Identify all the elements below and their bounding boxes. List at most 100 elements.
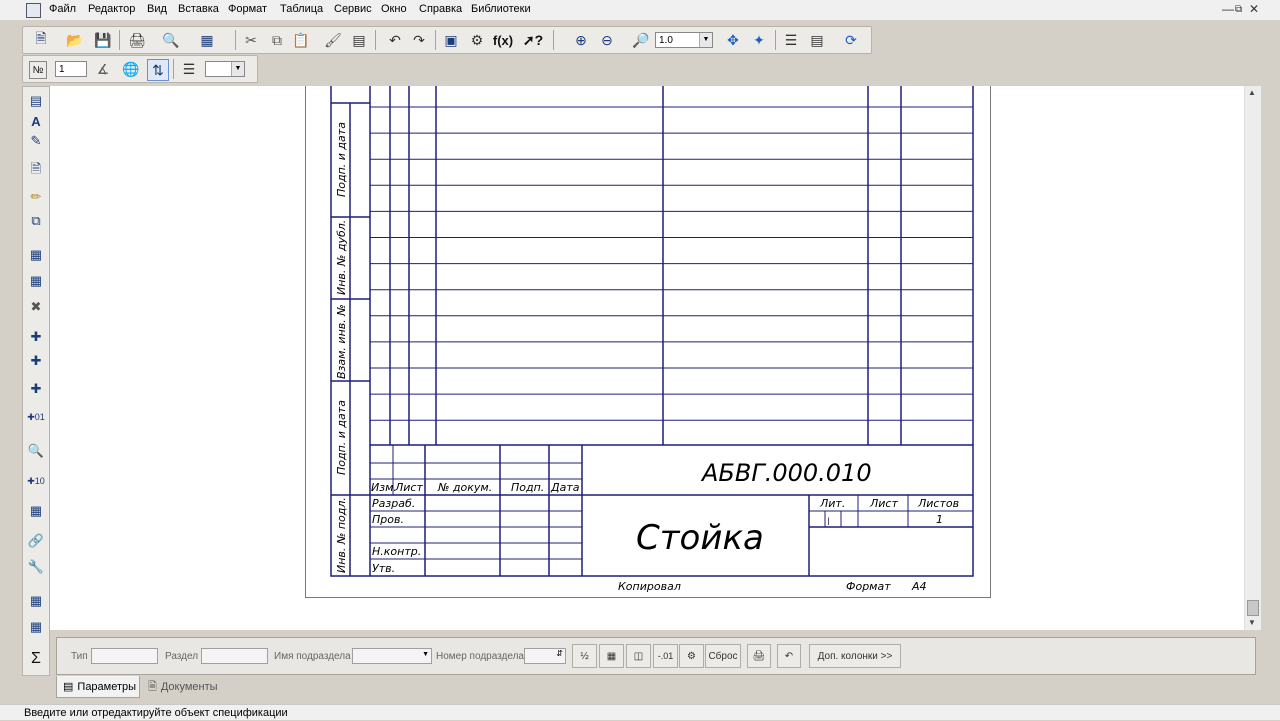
spinner-icon[interactable]: ⇵ (556, 649, 563, 658)
add-base-object-icon[interactable]: ✚ (25, 351, 47, 371)
scroll-up-icon[interactable]: ▲ (1248, 88, 1256, 97)
list-view-icon[interactable]: ☰ (781, 30, 801, 50)
text-cursor-icon: I (827, 516, 830, 528)
separator (435, 30, 436, 50)
document-canvas[interactable]: Подп. и дата Инв. № дубл. Взам. инв. № П… (50, 86, 1244, 630)
app-icon[interactable] (26, 3, 41, 18)
menu-table[interactable]: Таблица (280, 3, 323, 15)
add-object-icon[interactable]: ✚ (25, 379, 47, 399)
globe-icon[interactable]: 🌐 (121, 59, 141, 79)
print-icon[interactable]: 🖨 (127, 30, 147, 50)
text-edit-icon[interactable]: ✎ (25, 131, 47, 151)
close-icon[interactable]: ✕ (1249, 2, 1259, 16)
menu-help[interactable]: Справка (419, 3, 462, 15)
status-bar: Введите или отредактируйте объект специф… (0, 704, 1280, 720)
document-icon[interactable]: 🗎 (25, 161, 47, 181)
tab-parameters[interactable]: ▤ Параметры (56, 676, 140, 698)
table-settings-button[interactable]: ⚙ (679, 644, 704, 668)
manager-icon[interactable]: ▣ (441, 30, 461, 50)
menu-window[interactable]: Окно (381, 3, 407, 15)
insert-row-icon[interactable]: ▦ (25, 245, 47, 265)
vertical-scrollbar[interactable]: ▲ ▼ (1244, 86, 1261, 630)
page-view-icon[interactable]: ▤ (807, 30, 827, 50)
table-settings-icon[interactable]: ▦ (25, 617, 47, 637)
format-painter-icon[interactable]: 🖌 (323, 30, 343, 50)
numbering-icon[interactable]: ✚01 (25, 407, 47, 427)
section-input[interactable] (201, 648, 268, 664)
refresh-icon[interactable]: ⟳ (841, 30, 861, 50)
link-icon[interactable]: 🔗 (25, 531, 47, 551)
search-table-icon[interactable]: 🔍 (25, 441, 47, 461)
column-button[interactable]: ◫ (626, 644, 651, 668)
grid-button[interactable]: ▦ (599, 644, 624, 668)
tools-icon[interactable]: 🔧 (25, 557, 47, 577)
header-sheet: Лист (394, 481, 423, 494)
help-pointer-icon[interactable]: ➚? (523, 30, 543, 50)
copy-object-icon[interactable]: ⧉ (25, 211, 47, 231)
minimize-icon[interactable]: — (1222, 2, 1234, 16)
subsection-name-select[interactable]: ▼ (352, 648, 432, 664)
new-document-icon[interactable]: 🗎 (31, 30, 51, 50)
cut-icon[interactable]: ✂ (241, 30, 261, 50)
extra-columns-button[interactable]: Доп. колонки >> (809, 644, 901, 668)
position-input[interactable]: 1 (55, 61, 87, 77)
sort-icon[interactable]: ⇅ (147, 59, 169, 81)
part-name[interactable]: Стойка (636, 518, 764, 558)
pan-icon[interactable]: ✥ (723, 30, 743, 50)
subsection-number-input[interactable]: ⇵ (524, 648, 566, 664)
separator (375, 30, 376, 50)
menu-service[interactable]: Сервис (334, 3, 372, 15)
scroll-down-icon[interactable]: ▼ (1248, 618, 1256, 627)
undo-icon[interactable]: ↶ (385, 30, 405, 50)
delete-object-icon[interactable]: ✖ (25, 297, 47, 317)
menu-file[interactable]: Файл (49, 3, 76, 15)
text-icon[interactable]: A (25, 111, 47, 131)
document-list-icon[interactable]: ▤ (349, 30, 369, 50)
restore-icon[interactable]: ⧉ (1235, 4, 1242, 15)
zoom-scale-icon[interactable]: 🔎 (631, 30, 651, 50)
table-icon[interactable]: ▦ (25, 271, 47, 291)
fraction-button[interactable]: ½ (572, 644, 597, 668)
paste-icon[interactable]: 📋 (291, 30, 311, 50)
line-style-icon[interactable]: ☰ (179, 59, 199, 79)
redo-icon[interactable]: ↷ (409, 30, 429, 50)
decimal-button[interactable]: -.01 (653, 644, 678, 668)
tab-documents[interactable]: 🗎 Документы (142, 676, 228, 698)
menu-view[interactable]: Вид (147, 3, 167, 15)
separator (553, 30, 554, 50)
menu-insert[interactable]: Вставка (178, 3, 219, 15)
zoom-select[interactable]: 1.0 ▼ (655, 32, 713, 48)
scroll-thumb[interactable] (1247, 600, 1259, 616)
variables-icon[interactable]: ⚙ (467, 30, 487, 50)
edit-object-icon[interactable]: ✏ (25, 187, 47, 207)
properties-icon[interactable]: ▦ (197, 30, 217, 50)
print-preview-icon[interactable]: 🔍 (161, 30, 181, 50)
fx-button[interactable]: f(x) (493, 30, 513, 50)
undo-layout-button[interactable]: ↶ (777, 644, 801, 668)
add-10-icon[interactable]: ✚10 (25, 471, 47, 491)
show-all-icon[interactable]: ✦ (749, 30, 769, 50)
zoom-out-icon[interactable]: ⊖ (597, 30, 617, 50)
menu-libraries[interactable]: Библиотеки (471, 3, 531, 15)
open-folder-icon[interactable]: 📂 (65, 30, 85, 50)
menu-format[interactable]: Формат (228, 3, 267, 15)
side-label-replace-inv: Взам. инв. № (335, 304, 348, 379)
grid-icon[interactable]: ▦ (25, 591, 47, 611)
reset-button[interactable]: Сброс (705, 644, 741, 668)
parameters-icon: ▤ (63, 681, 74, 693)
standard-toolbar: 🗎 📂 💾 🖨 🔍 ▦ ✂ ⧉ 📋 🖌 ▤ ↶ ↷ ▣ ⚙ f(x) ➚? ⊕ … (22, 26, 872, 54)
menu-editor[interactable]: Редактор (88, 3, 135, 15)
type-input[interactable] (91, 648, 158, 664)
sum-icon[interactable]: Σ (25, 649, 47, 669)
sheet-edit-icon[interactable]: ▦ (25, 501, 47, 521)
style-select[interactable]: ▼ (205, 61, 245, 77)
add-section-icon[interactable]: ✚ (25, 327, 47, 347)
leader-icon[interactable]: ∡ (93, 59, 113, 79)
save-icon[interactable]: 💾 (93, 30, 113, 50)
number-icon[interactable]: № (29, 61, 47, 79)
print-layout-button[interactable]: 🖨 (747, 644, 771, 668)
spec-layout-icon[interactable]: ▤ (25, 91, 47, 111)
zoom-in-icon[interactable]: ⊕ (571, 30, 591, 50)
document-designation[interactable]: АБВГ.000.010 (700, 459, 872, 487)
copy-icon[interactable]: ⧉ (267, 30, 287, 50)
